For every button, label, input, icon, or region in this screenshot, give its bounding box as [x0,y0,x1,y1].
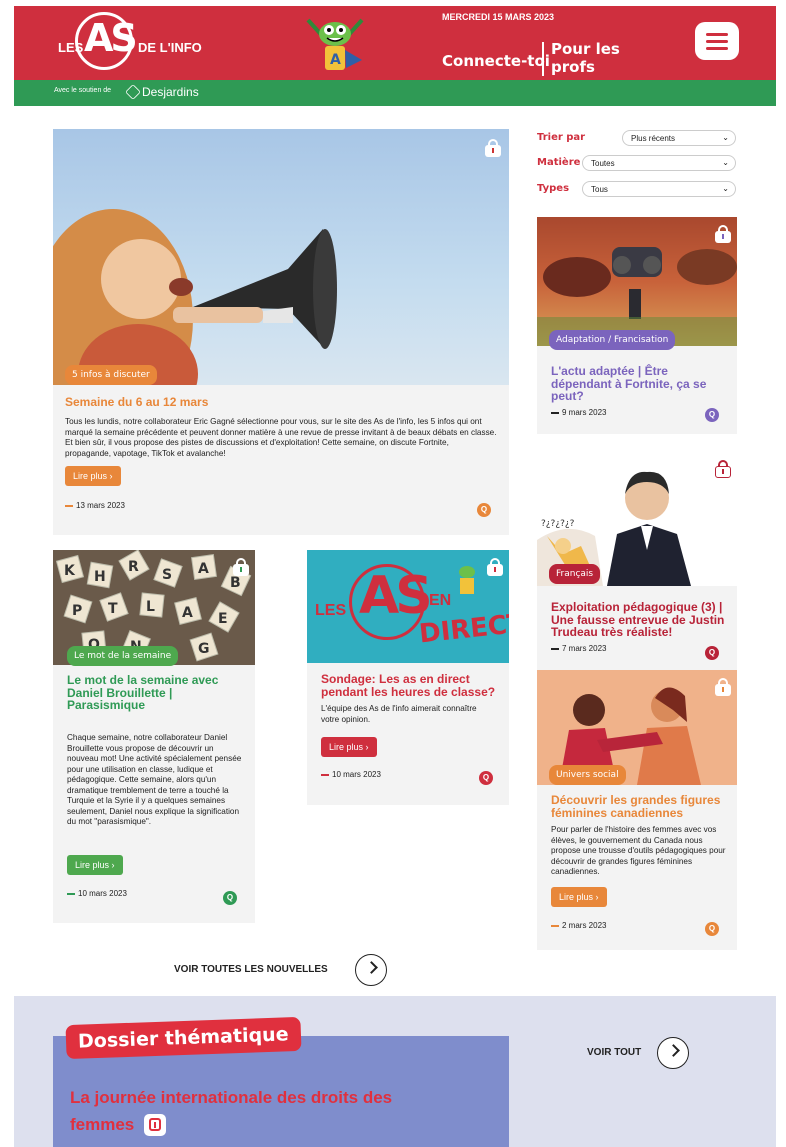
question-badge-icon: Q [705,646,719,660]
article-date: 2 mars 2023 [551,921,606,930]
article-title[interactable]: Semaine du 6 au 12 mars [65,396,208,409]
svg-text:T: T [108,601,118,617]
mascot-small-icon [459,566,475,594]
sondage-article-card[interactable]: LES AS EN DIRECT Sondage: Les as en dire… [307,550,509,805]
category-tag[interactable]: Français [549,564,601,584]
types-select[interactable]: Tous ⌄ [582,181,736,197]
article-description: L'équipe des As de l'info aimerait conna… [321,704,477,724]
svg-text:A: A [330,52,341,68]
desjardins-icon [125,84,141,100]
as-logo-les-text: LES [315,602,347,619]
svg-text:A: A [198,561,209,577]
dossier-title[interactable]: La journée internationale des droits des… [70,1084,470,1138]
fortnite-article-card[interactable]: Adaptation / Francisation L'actu adaptée… [537,217,737,434]
current-date: MERCREDI 15 MARS 2023 [442,12,555,22]
sponsor-text: Avec le soutien de [54,87,112,94]
article-title[interactable]: L'actu adaptée | Être dépendant à Fortni… [551,365,726,403]
lock-icon [485,139,501,157]
logo-de-text[interactable]: DE L'INFO [138,40,202,55]
svg-text:H: H [94,569,106,585]
mascot-icon: A [306,18,364,70]
sponsor-brand[interactable]: Desjardins [142,85,199,99]
article-date: 7 mars 2023 [551,644,606,653]
svg-text:P: P [72,603,82,619]
arrow-right-icon[interactable] [355,954,387,986]
article-description: Tous les lundis, notre collaborateur Eri… [65,417,497,458]
svg-text:S: S [162,567,172,583]
article-title[interactable]: Sondage: Les as en direct pendant les he… [321,673,501,698]
as-logo-as-text: AS [359,566,433,626]
lock-icon [715,678,731,696]
subject-select[interactable]: Toutes ⌄ [582,155,736,171]
site-header: LES AS DE L'INFO A MERCREDI 15 MARS 2023… [14,6,776,80]
read-more-button[interactable]: Lire plus › [67,855,123,875]
arrow-right-icon[interactable] [657,1037,689,1069]
lock-icon [715,460,731,478]
svg-text:E: E [218,611,228,627]
svg-text:K: K [64,563,76,579]
mot-article-card[interactable]: KHR SAB PTL AEO NG Le mot de la semaine … [53,550,255,923]
hamburger-icon[interactable] [695,22,739,60]
article-date: 13 mars 2023 [65,501,125,510]
lock-icon [233,558,249,576]
lock-icon [487,558,503,576]
sort-select[interactable]: Plus récents ⌄ [622,130,736,146]
fortnite-image [537,217,737,346]
logo-as-text[interactable]: AS [84,16,138,60]
types-label: Types [537,183,570,194]
svg-text:A: A [182,605,193,621]
svg-text:B: B [230,575,241,591]
category-tag[interactable]: 5 infos à discuter [65,365,157,385]
femmes-article-card[interactable]: Univers social Découvrir les grandes fig… [537,670,737,950]
article-title[interactable]: Découvrir les grandes figures féminines … [551,794,731,819]
article-description: Pour parler de l'histoire des femmes ave… [551,825,726,876]
lock-icon [144,1114,166,1136]
question-badge-icon: Q [705,408,719,422]
question-badge-icon: Q [705,922,719,936]
profs-link-line1[interactable]: Pour les [551,40,620,58]
subject-label: Matière [537,157,581,168]
svg-text:L: L [146,599,155,615]
svg-text:G: G [198,641,210,657]
article-description: Chaque semaine, notre collaborateur Dani… [67,733,242,826]
question-badge-icon: Q [223,891,237,905]
question-badge-icon: Q [479,771,493,785]
category-tag[interactable]: Adaptation / Francisation [549,330,676,350]
article-title[interactable]: Exploitation pédagogique (3) | Une fauss… [551,601,731,639]
voir-tout-link[interactable]: VOIR TOUT [587,1047,641,1058]
see-all-news-link[interactable]: VOIR TOUTES LES NOUVELLES [174,964,328,975]
profs-link-line2[interactable]: profs [551,58,595,76]
svg-text:R: R [128,559,139,575]
read-more-button[interactable]: Lire plus › [65,466,121,486]
trudeau-article-card[interactable]: ?¿?¿?¿? Français Exploitation pédagogiqu… [537,450,737,670]
article-date: 10 mars 2023 [321,770,381,779]
svg-text:?¿?¿?¿?: ?¿?¿?¿? [541,519,575,529]
connect-link[interactable]: Connecte-toi [442,52,550,70]
read-more-button[interactable]: Lire plus › [321,737,377,757]
article-date: 10 mars 2023 [67,889,127,898]
category-tag[interactable]: Univers social [549,765,626,785]
sort-label: Trier par [537,132,586,143]
question-badge-icon: Q [477,503,491,517]
megaphone-image [53,129,509,385]
category-tag[interactable]: Le mot de la semaine [67,646,179,666]
article-title[interactable]: Le mot de la semaine avec Daniel Brouill… [67,674,247,712]
main-article-card[interactable]: 5 infos à discuter Semaine du 6 au 12 ma… [53,129,509,535]
article-date: 9 mars 2023 [551,408,606,417]
sponsor-bar: Avec le soutien de Desjardins [14,80,776,106]
lock-icon [715,225,731,243]
header-separator [542,42,544,76]
read-more-button[interactable]: Lire plus › [551,887,607,907]
as-logo-direct-text: DIRECT [417,608,509,650]
as-en-direct-image: LES AS EN DIRECT [307,550,509,663]
